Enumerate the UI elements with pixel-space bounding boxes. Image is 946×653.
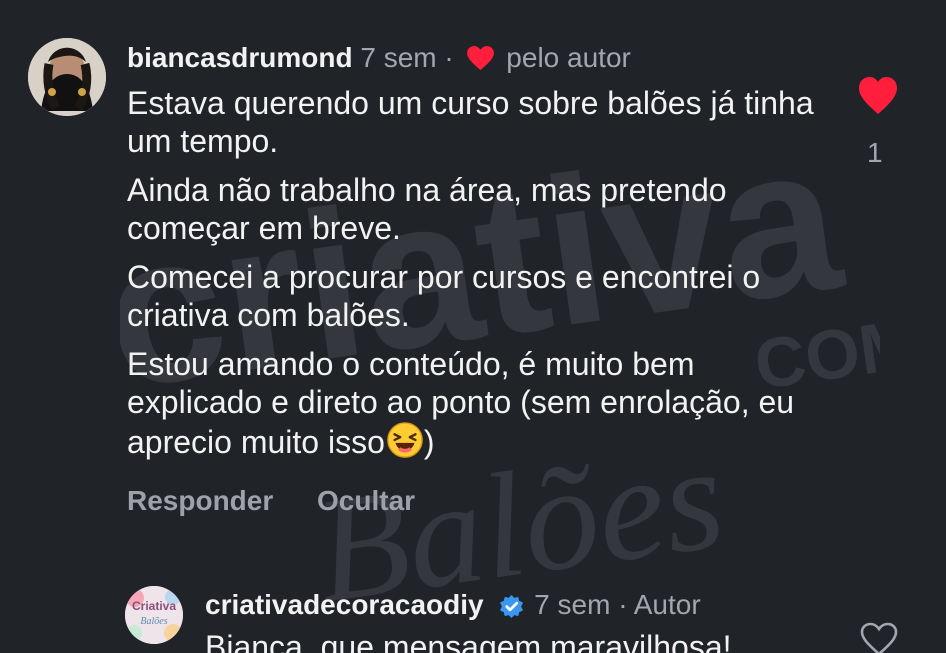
comment-paragraph-1: Estava querendo um curso sobre balões já… [127,85,814,159]
comment-actions: Responder Ocultar [127,483,451,519]
like-count: 1 [867,137,883,168]
comment-body: Estava querendo um curso sobre balões já… [127,84,827,472]
comment-time: 7 sem [360,42,437,73]
main-comment: biancasdrumond 7 sem · pelo autor Estava… [0,36,946,536]
reply-meta-separator: · [618,589,628,620]
comment-paragraph-3: Comecei a procurar por cursos e encontre… [127,259,761,333]
reply-button[interactable]: Responder [127,485,273,516]
comment-paragraph-2: Ainda não trabalho na área, mas pretendo… [127,172,727,246]
reply-header: criativadecoracaodiy 7 sem · Autor [205,585,701,625]
profile-photo [28,38,106,116]
svg-text:Criativa: Criativa [132,599,176,613]
heart-outline-icon[interactable] [860,622,898,653]
reply-body-preview: Bianca, que mensagem maravilhosa! [205,629,732,653]
comment-username[interactable]: biancasdrumond [127,42,353,73]
instagram-comments-screen: criativa COM Balões biancasdrumond 7 sem… [0,0,946,653]
svg-text:Balões: Balões [140,616,167,627]
comment-closing-paren: ) [423,424,435,460]
liked-by-author-label: pelo autor [506,42,631,73]
comment-header: biancasdrumond 7 sem · pelo autor [127,38,631,78]
author-reply-comment: Criativa Balões criativadecoracaodiy 7 s… [0,582,946,653]
criativa-logo-avatar: Criativa Balões [125,586,183,644]
hide-button[interactable]: Ocultar [317,485,415,516]
heart-filled-icon[interactable] [858,77,898,115]
reply-username[interactable]: criativadecoracaodiy [205,589,484,620]
heart-filled-icon [466,46,494,71]
comment-paragraph-4-text: Estou amando o conteúdo, é muito bem exp… [127,346,795,460]
verified-badge-icon [500,594,524,619]
meta-separator: · [444,42,454,73]
author-badge: Autor [633,589,701,620]
user-avatar-biancasdrumond[interactable] [28,38,106,116]
comment-paragraph-4: Estou amando o conteúdo, é muito bem exp… [127,345,827,461]
laughing-face-emoji-icon [387,422,423,458]
reply-time: 7 sem [534,589,611,620]
author-avatar[interactable]: Criativa Balões [125,586,183,644]
